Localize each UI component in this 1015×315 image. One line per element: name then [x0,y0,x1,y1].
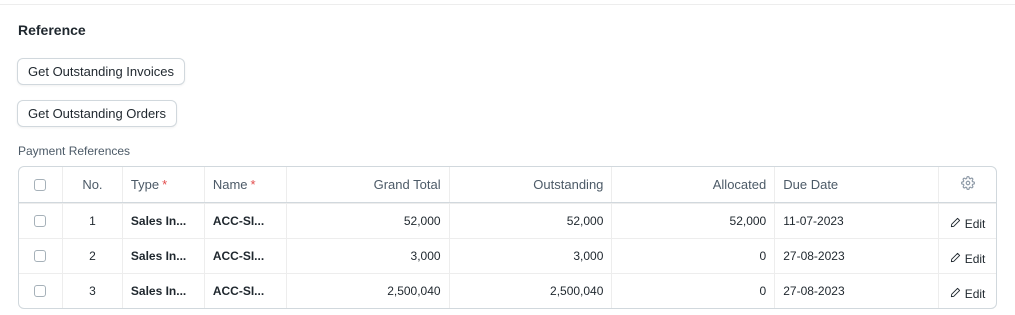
cell-no: 2 [63,239,123,273]
get-outstanding-invoices-button[interactable]: Get Outstanding Invoices [17,58,185,85]
cell-outstanding[interactable]: 52,000 [450,204,613,238]
pencil-icon [950,217,961,231]
cell-type[interactable]: Sales In... [123,274,205,308]
cell-name[interactable]: ACC-SI... [205,204,287,238]
required-marker: * [250,177,256,192]
row-checkbox[interactable] [34,285,47,297]
column-header-due-date: Due Date [775,167,940,202]
table-row[interactable]: 2 Sales In... ACC-SI... 3,000 3,000 0 27… [19,238,996,273]
gear-icon [960,176,975,193]
row-edit-cell: Edit [939,239,996,273]
section-title: Reference [18,22,86,38]
edit-label: Edit [964,251,986,266]
column-header-type: Type * [123,167,205,202]
row-edit-cell: Edit [939,204,996,238]
get-outstanding-orders-button[interactable]: Get Outstanding Orders [17,100,178,127]
top-divider [0,4,1015,5]
cell-no: 1 [63,204,123,238]
cell-due-date[interactable]: 27-08-2023 [775,239,940,273]
edit-label: Edit [964,286,986,301]
cell-grand-total[interactable]: 3,000 [287,239,450,273]
cell-name[interactable]: ACC-SI... [205,239,287,273]
cell-allocated[interactable]: 52,000 [612,204,776,238]
column-settings-button[interactable] [939,167,996,202]
row-checkbox-cell [19,274,63,308]
column-header-grand-total: Grand Total [287,167,450,202]
column-header-type-label: Type [130,177,160,192]
edit-row-button[interactable]: Edit [950,286,986,301]
cell-outstanding[interactable]: 2,500,040 [450,274,613,308]
cell-type[interactable]: Sales In... [123,239,205,273]
row-checkbox-cell [19,204,63,238]
column-header-allocated: Allocated [612,167,776,202]
table-row[interactable]: 3 Sales In... ACC-SI... 2,500,040 2,500,… [19,273,996,308]
pencil-icon [950,252,961,266]
column-header-no: No. [63,167,123,202]
cell-due-date[interactable]: 11-07-2023 [775,204,940,238]
column-header-name: Name * [205,167,287,202]
column-header-name-label: Name [212,177,248,192]
select-all-checkbox[interactable] [34,178,47,191]
table-header-row: No. Type * Name * Grand Total Outstandin… [19,167,996,203]
cell-outstanding[interactable]: 3,000 [450,239,613,273]
row-edit-cell: Edit [939,274,996,308]
column-header-outstanding: Outstanding [450,167,613,202]
payment-references-label: Payment References [18,144,131,158]
pencil-icon [950,287,961,301]
edit-label: Edit [964,216,986,231]
required-marker: * [162,177,168,192]
cell-allocated[interactable]: 0 [612,274,776,308]
header-checkbox-cell [19,167,63,202]
cell-allocated[interactable]: 0 [612,239,776,273]
cell-type[interactable]: Sales In... [123,204,205,238]
cell-name[interactable]: ACC-SI... [205,274,287,308]
edit-row-button[interactable]: Edit [950,216,986,231]
row-checkbox-cell [19,239,63,273]
row-checkbox[interactable] [34,215,47,227]
cell-grand-total[interactable]: 52,000 [287,204,450,238]
cell-no: 3 [63,274,123,308]
cell-grand-total[interactable]: 2,500,040 [287,274,450,308]
payment-references-table: No. Type * Name * Grand Total Outstandin… [18,166,997,309]
cell-due-date[interactable]: 27-08-2023 [775,274,940,308]
row-checkbox[interactable] [34,250,47,262]
table-row[interactable]: 1 Sales In... ACC-SI... 52,000 52,000 52… [19,203,996,238]
edit-row-button[interactable]: Edit [950,251,986,266]
